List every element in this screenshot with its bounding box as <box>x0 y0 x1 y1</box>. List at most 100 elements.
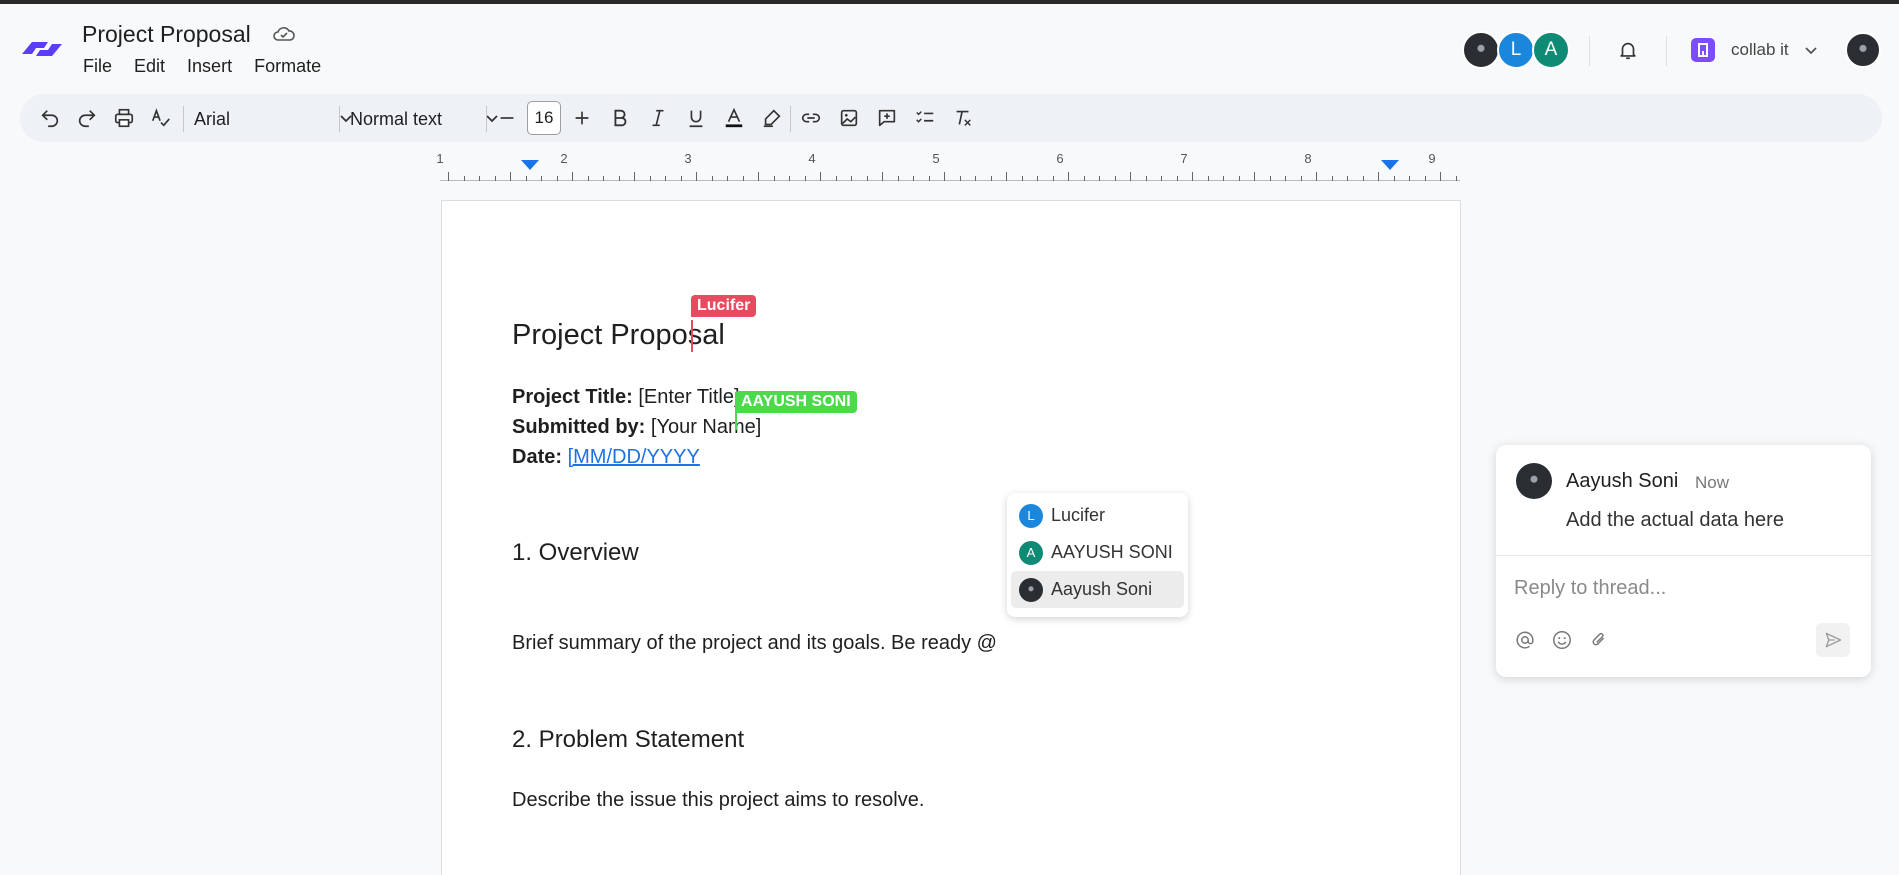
field-submitted-by[interactable]: Submitted by: [Your Name] <box>512 416 761 439</box>
italic-icon[interactable] <box>646 106 670 130</box>
text-style-select[interactable]: Normal text <box>350 106 500 132</box>
ruler-tick <box>835 176 837 181</box>
comment-time: Now <box>1695 473 1730 492</box>
menu-file[interactable]: File <box>83 56 112 77</box>
left-indent-marker[interactable] <box>521 160 539 170</box>
avatar[interactable]: L <box>1497 31 1535 69</box>
ruler-number: 2 <box>560 151 568 166</box>
ruler-tick <box>882 172 883 181</box>
menu-insert[interactable]: Insert <box>187 56 232 77</box>
app-logo-icon[interactable] <box>18 32 66 64</box>
ruler-tick <box>1099 176 1100 181</box>
ruler-tick <box>1393 176 1395 181</box>
increase-font-size-icon[interactable] <box>570 106 594 130</box>
ruler-tick <box>975 176 976 181</box>
spellcheck-icon[interactable] <box>149 106 173 130</box>
redo-icon[interactable] <box>75 106 99 130</box>
document-title[interactable]: Project Proposal <box>82 21 251 48</box>
comment-thread: Aayush Soni Now Add the actual data here <box>1496 445 1871 677</box>
clear-formatting-icon[interactable] <box>951 106 975 130</box>
undo-icon[interactable] <box>38 106 62 130</box>
ruler-tick <box>742 176 744 181</box>
right-indent-marker[interactable] <box>1381 160 1399 170</box>
ruler-tick <box>1424 176 1426 181</box>
ruler-baseline <box>440 180 1460 181</box>
chevron-down-icon[interactable] <box>1803 42 1819 58</box>
problem-paragraph[interactable]: Describe the issue this project aims to … <box>512 789 924 812</box>
ruler-tick <box>944 172 945 181</box>
divider <box>339 106 340 132</box>
font-family-select[interactable]: Arial <box>194 106 354 132</box>
ruler[interactable]: 1 2 3 4 5 6 7 8 9 <box>436 147 1460 181</box>
ruler-tick <box>1362 176 1364 181</box>
avatar: L <box>1019 503 1043 528</box>
link-icon[interactable] <box>799 106 823 130</box>
menu-edit[interactable]: Edit <box>134 56 165 77</box>
avatar[interactable] <box>1462 31 1500 69</box>
ruler-tick <box>479 176 480 181</box>
add-comment-icon[interactable] <box>875 106 899 130</box>
bold-icon[interactable] <box>608 106 632 130</box>
ruler-tick <box>1052 176 1054 181</box>
font-size-input[interactable]: 16 <box>527 101 561 135</box>
reply-input[interactable] <box>1514 577 1844 600</box>
mention-option-label: Aayush Soni <box>1051 579 1153 599</box>
mention-option-aayush-soni[interactable]: Aayush Soni <box>1011 571 1184 608</box>
decrease-font-size-icon[interactable] <box>495 106 519 130</box>
underline-icon[interactable] <box>684 106 708 130</box>
text-style-value: Normal text <box>350 108 443 129</box>
checklist-icon[interactable] <box>913 106 937 130</box>
workspace-icon[interactable] <box>1691 38 1715 62</box>
ruler-number: 3 <box>684 151 692 166</box>
field-date[interactable]: Date: [MM/DD/YYYY <box>512 446 700 469</box>
ruler-tick <box>1300 176 1302 181</box>
mention-option-label: AAYUSH SONI <box>1051 542 1173 562</box>
ruler-tick <box>510 172 511 181</box>
ruler-tick <box>618 176 620 181</box>
cursor-label-aayush: AAYUSH SONI <box>735 391 857 413</box>
ruler-tick <box>820 172 821 181</box>
field-project-title[interactable]: Project Title: [Enter Title] <box>512 386 740 409</box>
mention-icon[interactable] <box>1514 629 1536 651</box>
problem-heading[interactable]: 2. Problem Statement <box>512 726 744 754</box>
ruler-tick <box>1021 176 1023 181</box>
ruler-tick <box>587 176 589 181</box>
text-color-icon[interactable] <box>722 106 746 130</box>
ruler-tick <box>928 176 930 181</box>
ruler-number: 4 <box>808 151 816 166</box>
image-icon[interactable] <box>837 106 861 130</box>
ruler-tick <box>1161 176 1162 181</box>
mention-option-aayush-soni-upper[interactable]: A AAYUSH SONI <box>1011 534 1184 571</box>
ruler-tick <box>448 172 449 181</box>
document-page[interactable]: Project Proposal Project Title: [Enter T… <box>441 200 1461 875</box>
ruler-tick <box>463 176 465 181</box>
ruler-tick <box>1068 172 1069 181</box>
attach-icon[interactable] <box>1588 629 1610 651</box>
emoji-icon[interactable] <box>1551 629 1573 651</box>
comment-body: Add the actual data here <box>1566 509 1784 531</box>
avatar <box>1019 577 1043 602</box>
ruler-tick <box>572 172 573 181</box>
ruler-tick <box>866 176 868 181</box>
comment-author: Aayush Soni <box>1566 470 1679 492</box>
ruler-tick <box>773 176 775 181</box>
user-avatar[interactable] <box>1845 32 1881 68</box>
ruler-tick <box>1440 172 1441 181</box>
workspace-selector[interactable]: collab it <box>1731 40 1789 60</box>
menu-format[interactable]: Formate <box>254 56 321 77</box>
send-button[interactable] <box>1816 623 1850 657</box>
overview-heading[interactable]: 1. Overview <box>512 539 639 567</box>
send-icon <box>1825 632 1842 648</box>
avatar[interactable]: A <box>1532 31 1570 69</box>
ruler-tick <box>789 176 790 181</box>
bell-icon[interactable] <box>1617 39 1639 61</box>
print-icon[interactable] <box>112 106 136 130</box>
ruler-tick <box>680 176 682 181</box>
date-link[interactable]: [MM/DD/YYYY <box>568 446 700 468</box>
overview-paragraph[interactable]: Brief summary of the project and its goa… <box>512 632 997 655</box>
ruler-tick <box>1316 172 1317 181</box>
mention-option-lucifer[interactable]: L Lucifer <box>1011 497 1184 534</box>
highlight-icon[interactable] <box>760 106 784 130</box>
field-value: [Your Name] <box>650 416 762 438</box>
ruler-tick <box>1347 176 1348 181</box>
